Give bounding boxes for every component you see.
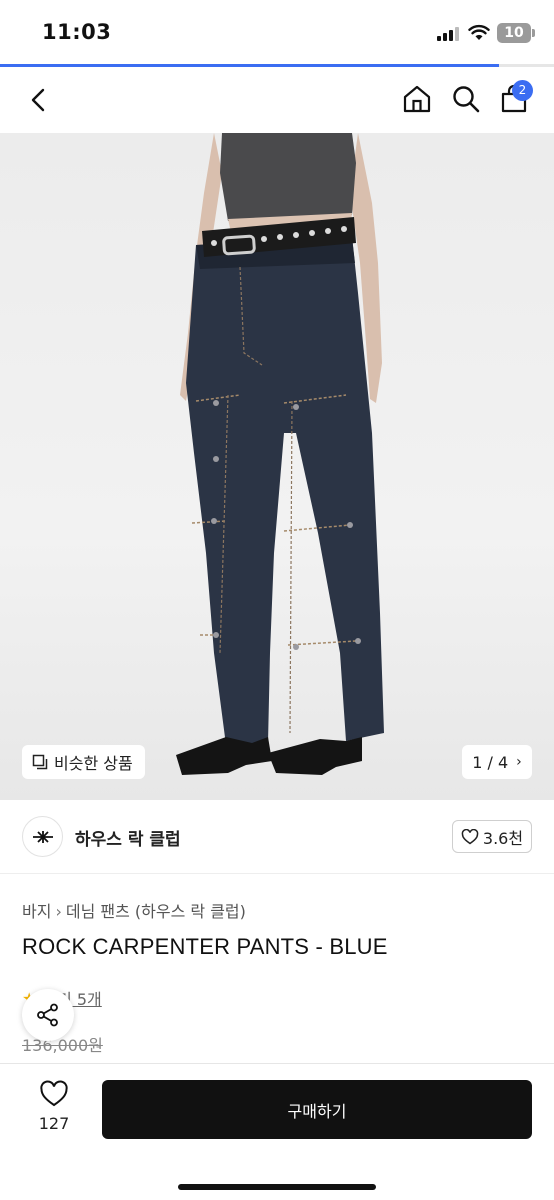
brand-logo-icon[interactable] (22, 816, 63, 857)
buy-button[interactable]: 구매하기 (102, 1080, 532, 1139)
similar-items-icon (32, 754, 48, 770)
brand-like-count: 3.6천 (482, 828, 524, 848)
back-arrow-icon[interactable] (24, 85, 54, 115)
battery-icon: 10 (497, 23, 531, 43)
cart-count-badge: 2 (512, 80, 533, 101)
heart-icon (461, 828, 479, 844)
share-button[interactable] (22, 989, 74, 1041)
search-icon[interactable] (450, 83, 482, 115)
battery-tip (532, 29, 535, 37)
similar-items-label: 비슷한 상품 (54, 754, 133, 773)
home-icon[interactable] (401, 83, 433, 115)
status-bar: 11:03 10 (0, 0, 554, 64)
brand-name[interactable]: 하우스 락 클럽 (75, 825, 181, 850)
wishlist-count: 127 (38, 1114, 70, 1133)
wifi-icon (468, 24, 490, 40)
gallery-counter[interactable]: 1 / 4 › (462, 745, 532, 779)
breadcrumb: 바지 › 데님 팬츠 (하우스 락 클럽) (22, 898, 246, 922)
purchase-bar: 127 구매하기 (0, 1063, 554, 1200)
share-icon (37, 1003, 58, 1027)
similar-items-button[interactable]: 비슷한 상품 (22, 745, 145, 779)
breadcrumb-separator: › (55, 902, 62, 921)
breadcrumb-subcategory[interactable]: 데님 팬츠 (하우스 락 클럽) (66, 902, 246, 921)
wishlist-button[interactable]: 127 (24, 1080, 84, 1133)
breadcrumb-category[interactable]: 바지 (22, 902, 51, 921)
chevron-right-icon: › (516, 754, 522, 770)
brand-like-button[interactable]: 3.6천 (452, 820, 532, 853)
status-time: 11:03 (42, 20, 112, 44)
product-title: ROCK CARPENTER PANTS - BLUE (22, 934, 388, 959)
signal-icon (437, 27, 459, 41)
heart-icon (40, 1080, 68, 1107)
product-image-gallery[interactable]: 비슷한 상품 1 / 4 › (0, 133, 554, 800)
home-indicator (178, 1184, 376, 1190)
top-nav: 2 (0, 67, 554, 133)
brand-row[interactable]: 하우스 락 클럽 3.6천 (0, 800, 554, 874)
product-photo (176, 133, 384, 775)
gallery-counter-label: 1 / 4 (472, 752, 509, 772)
